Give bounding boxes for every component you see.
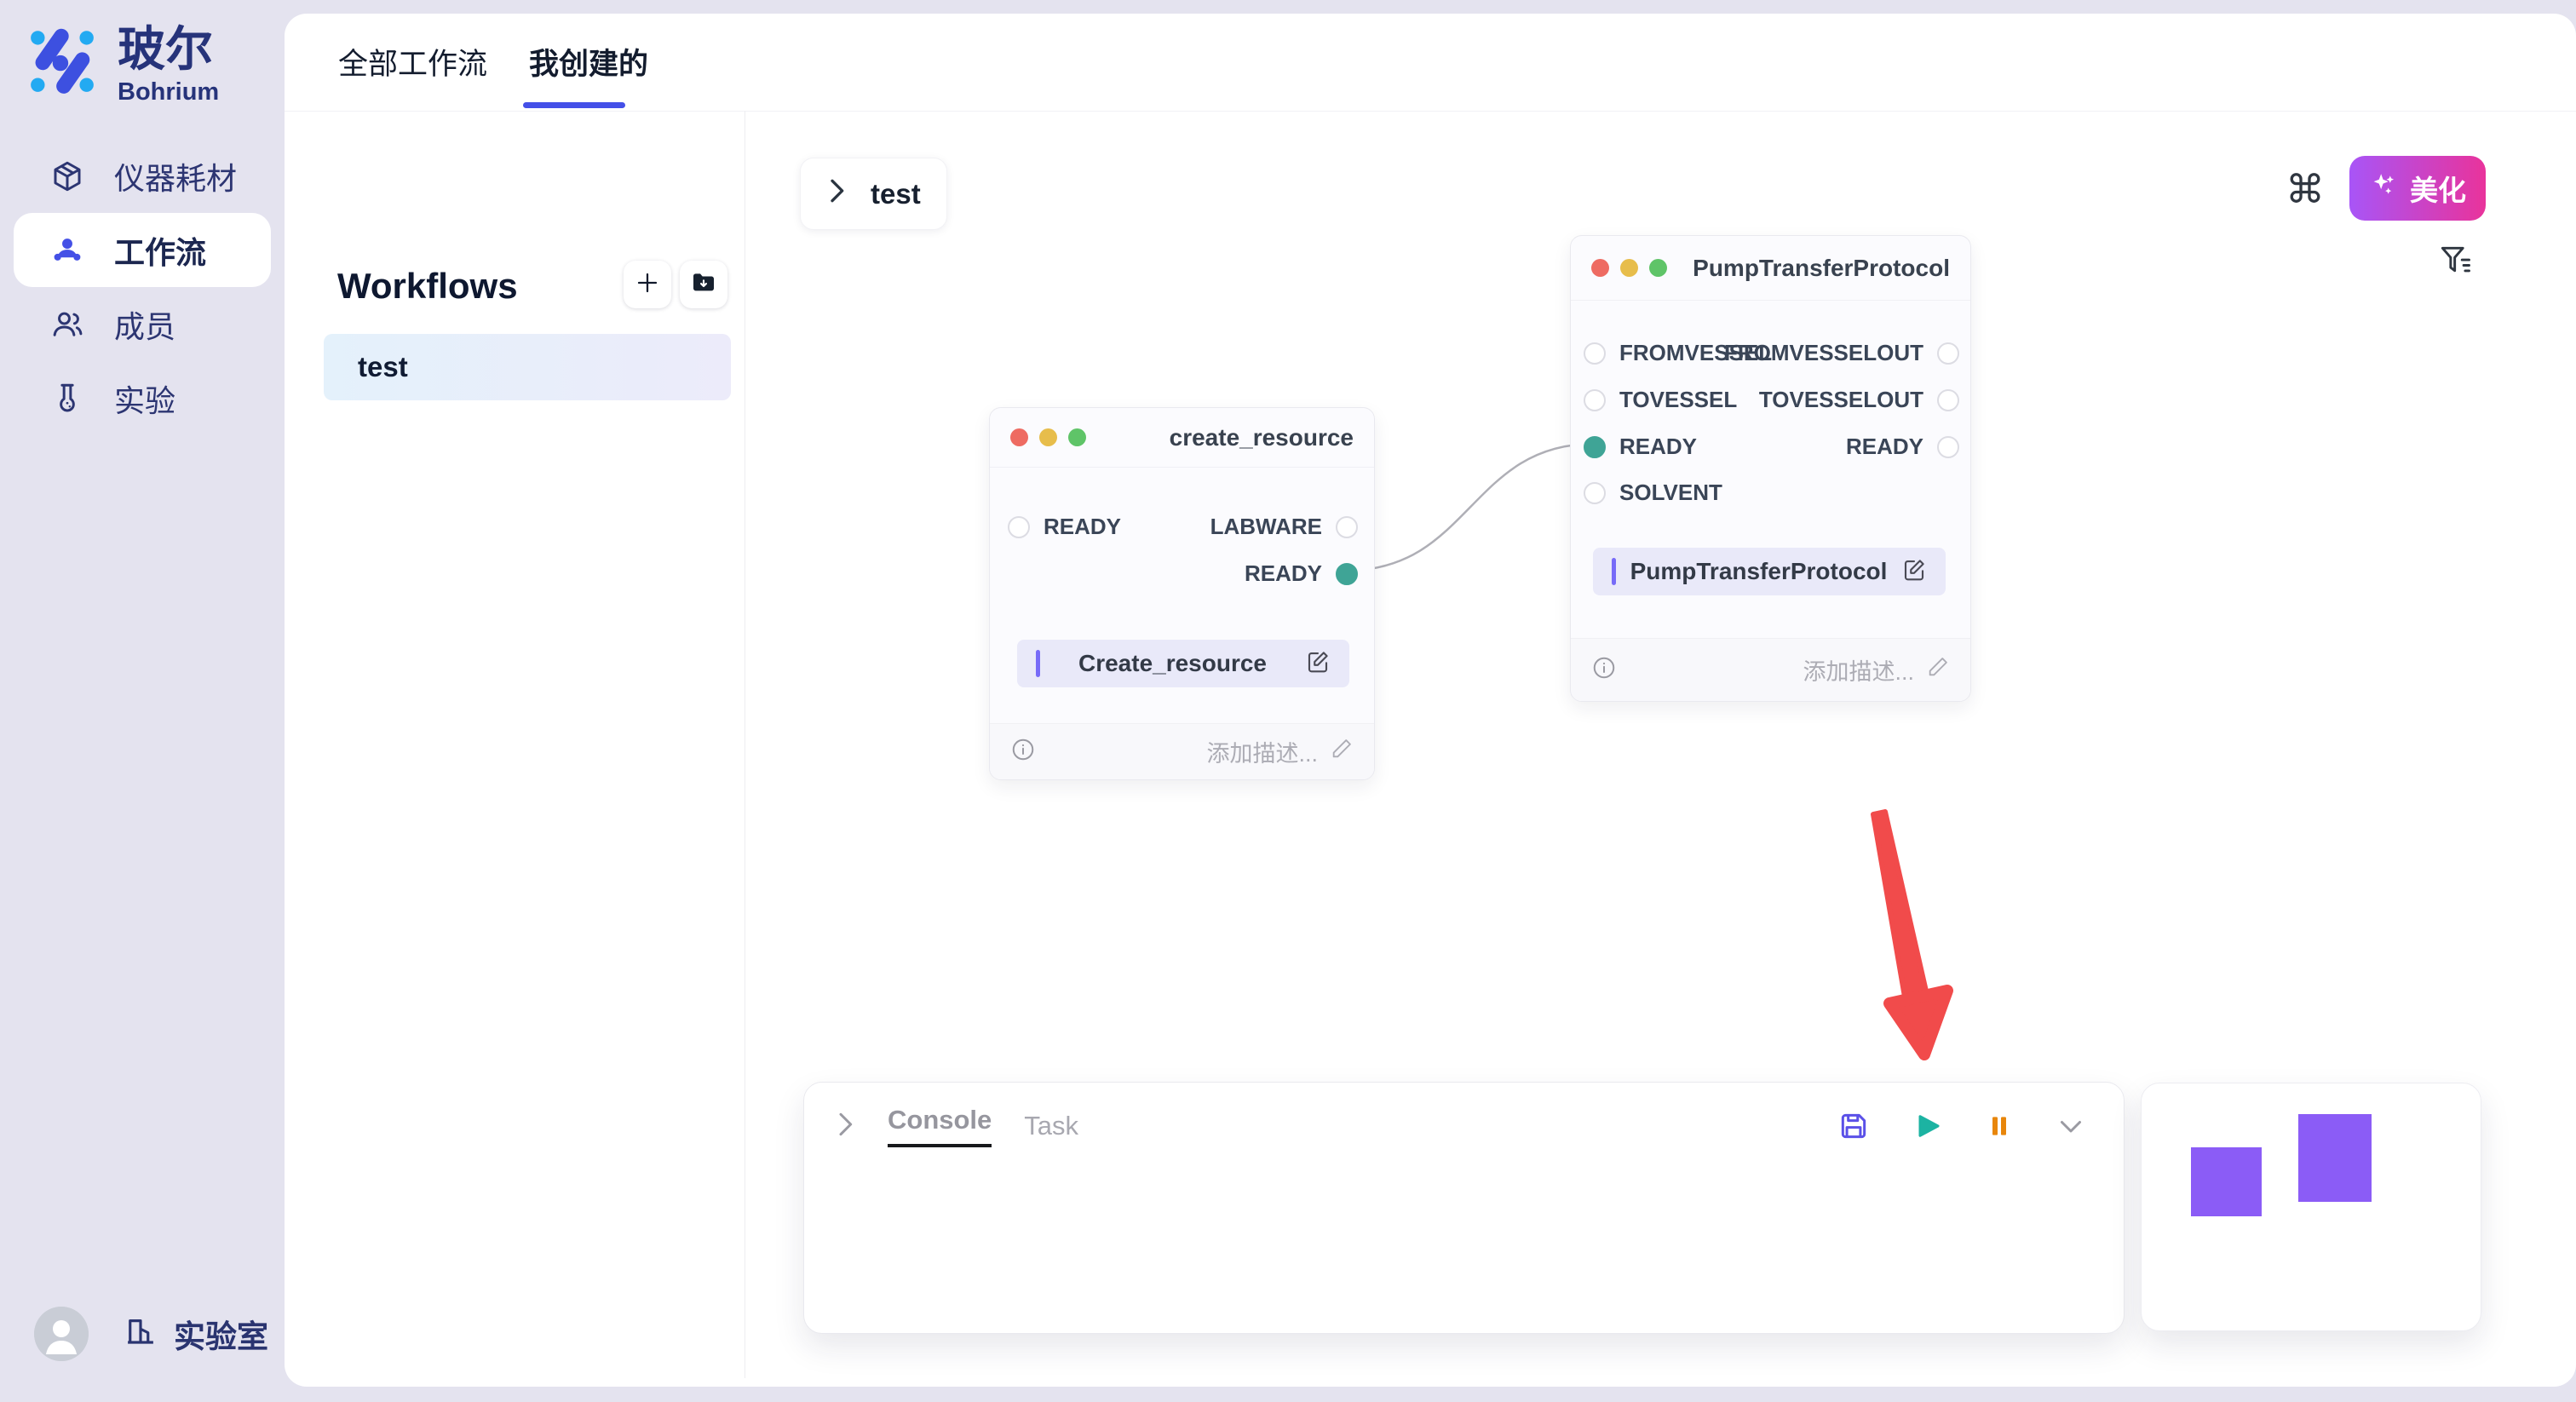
node-title: create_resource: [1170, 424, 1354, 451]
task-tab[interactable]: Task: [1024, 1111, 1078, 1141]
team-icon: [49, 233, 85, 268]
edge-create-to-pump: [1346, 444, 1594, 571]
edit-icon[interactable]: [1305, 649, 1331, 679]
dot-yellow[interactable]: [1039, 428, 1057, 446]
block-label: PumpTransferProtocol: [1616, 558, 1901, 585]
port-circle[interactable]: [1937, 389, 1959, 411]
red-annotation-arrow: [1873, 812, 1947, 1054]
box-icon: [49, 158, 85, 194]
port-circle-connected[interactable]: [1336, 563, 1358, 585]
block-label: Create_resource: [1040, 650, 1305, 677]
sidebar-item-label: 成员: [114, 302, 175, 347]
info-icon[interactable]: [1591, 655, 1617, 685]
sidebar-item-label: 实验: [114, 376, 175, 421]
sidebar-menu: 仪器耗材 工作流 成员: [14, 139, 271, 435]
console-panel: Console Task: [803, 1082, 2125, 1334]
dot-red[interactable]: [1010, 428, 1028, 446]
port-circle[interactable]: [1584, 482, 1606, 504]
sidebar-item-label: 仪器耗材: [114, 154, 237, 198]
content-area: 全部工作流 我创建的 Workflows test: [285, 14, 2576, 1387]
workspace-label: 实验室: [174, 1311, 268, 1357]
node-function-block[interactable]: PumpTransferProtocol: [1593, 548, 1946, 595]
port-fromvesselout-out[interactable]: FROMVESSELOUT: [1724, 340, 1959, 366]
app-subtitle: Bohrium: [118, 78, 219, 106]
port-tovesselout-out[interactable]: TOVESSELOUT: [1759, 387, 1959, 413]
dot-green[interactable]: [1649, 259, 1667, 277]
port-circle[interactable]: [1336, 516, 1358, 538]
dot-green[interactable]: [1068, 428, 1086, 446]
info-icon[interactable]: [1010, 737, 1036, 767]
port-ready-in[interactable]: READY: [1008, 514, 1121, 540]
port-ready-in[interactable]: READY: [1584, 434, 1697, 460]
user-avatar[interactable]: [34, 1307, 89, 1361]
port-labware-out[interactable]: LABWARE: [1210, 514, 1358, 540]
expand-chevron-icon[interactable]: [835, 1112, 855, 1141]
pencil-icon: [1926, 655, 1950, 685]
port-circle[interactable]: [1584, 389, 1606, 411]
port-solvent-in[interactable]: SOLVENT: [1584, 480, 1722, 506]
app-logo: 玻尔 Bohrium: [26, 24, 219, 106]
port-circle-connected[interactable]: [1584, 436, 1606, 458]
members-icon: [49, 307, 85, 342]
sidebar-item-experiment[interactable]: 实验: [14, 361, 271, 435]
node-pump-transfer-protocol[interactable]: PumpTransferProtocol FROMVESSEL FROMVESS…: [1570, 235, 1971, 702]
console-tab[interactable]: Console: [888, 1105, 992, 1147]
port-tovessel-in[interactable]: TOVESSEL: [1584, 387, 1737, 413]
collapse-chevron-icon[interactable]: [2056, 1111, 2086, 1141]
sidebar-item-label: 工作流: [114, 228, 206, 273]
app-title: 玻尔: [118, 24, 219, 75]
port-circle[interactable]: [1584, 342, 1606, 365]
minimap-node-create: [2191, 1147, 2262, 1216]
bohrium-logo-icon: [26, 24, 99, 101]
node-create-resource[interactable]: create_resource READY LABWARE READY Crea…: [989, 407, 1375, 780]
sidebar: 玻尔 Bohrium 仪器耗材 工作流: [0, 0, 285, 1402]
dot-yellow[interactable]: [1620, 259, 1638, 277]
save-icon[interactable]: [1837, 1110, 1870, 1142]
workspace-switcher[interactable]: 实验室: [123, 1311, 268, 1357]
port-ready-out[interactable]: READY: [1245, 560, 1358, 587]
sidebar-item-members[interactable]: 成员: [14, 287, 271, 361]
building-icon: [123, 1313, 158, 1356]
add-description-field[interactable]: 添加描述...: [1206, 735, 1354, 768]
edit-icon[interactable]: [1901, 557, 1927, 587]
run-icon[interactable]: [1912, 1111, 1943, 1141]
minimap[interactable]: [2141, 1083, 2481, 1331]
traffic-light-dots[interactable]: [1010, 428, 1086, 446]
minimap-node-pump: [2298, 1114, 2372, 1202]
node-function-block[interactable]: Create_resource: [1017, 640, 1349, 687]
sidebar-item-workflow[interactable]: 工作流: [14, 213, 271, 287]
port-circle[interactable]: [1937, 436, 1959, 458]
node-title: PumpTransferProtocol: [1693, 255, 1950, 282]
port-circle[interactable]: [1937, 342, 1959, 365]
port-circle[interactable]: [1008, 516, 1030, 538]
add-description-field[interactable]: 添加描述...: [1803, 653, 1950, 687]
sidebar-item-consumables[interactable]: 仪器耗材: [14, 139, 271, 213]
pencil-icon: [1330, 737, 1354, 767]
pause-icon[interactable]: [1986, 1112, 2013, 1140]
experiment-icon: [49, 381, 85, 417]
traffic-light-dots[interactable]: [1591, 259, 1667, 277]
dot-red[interactable]: [1591, 259, 1609, 277]
port-ready-out[interactable]: READY: [1846, 434, 1959, 460]
